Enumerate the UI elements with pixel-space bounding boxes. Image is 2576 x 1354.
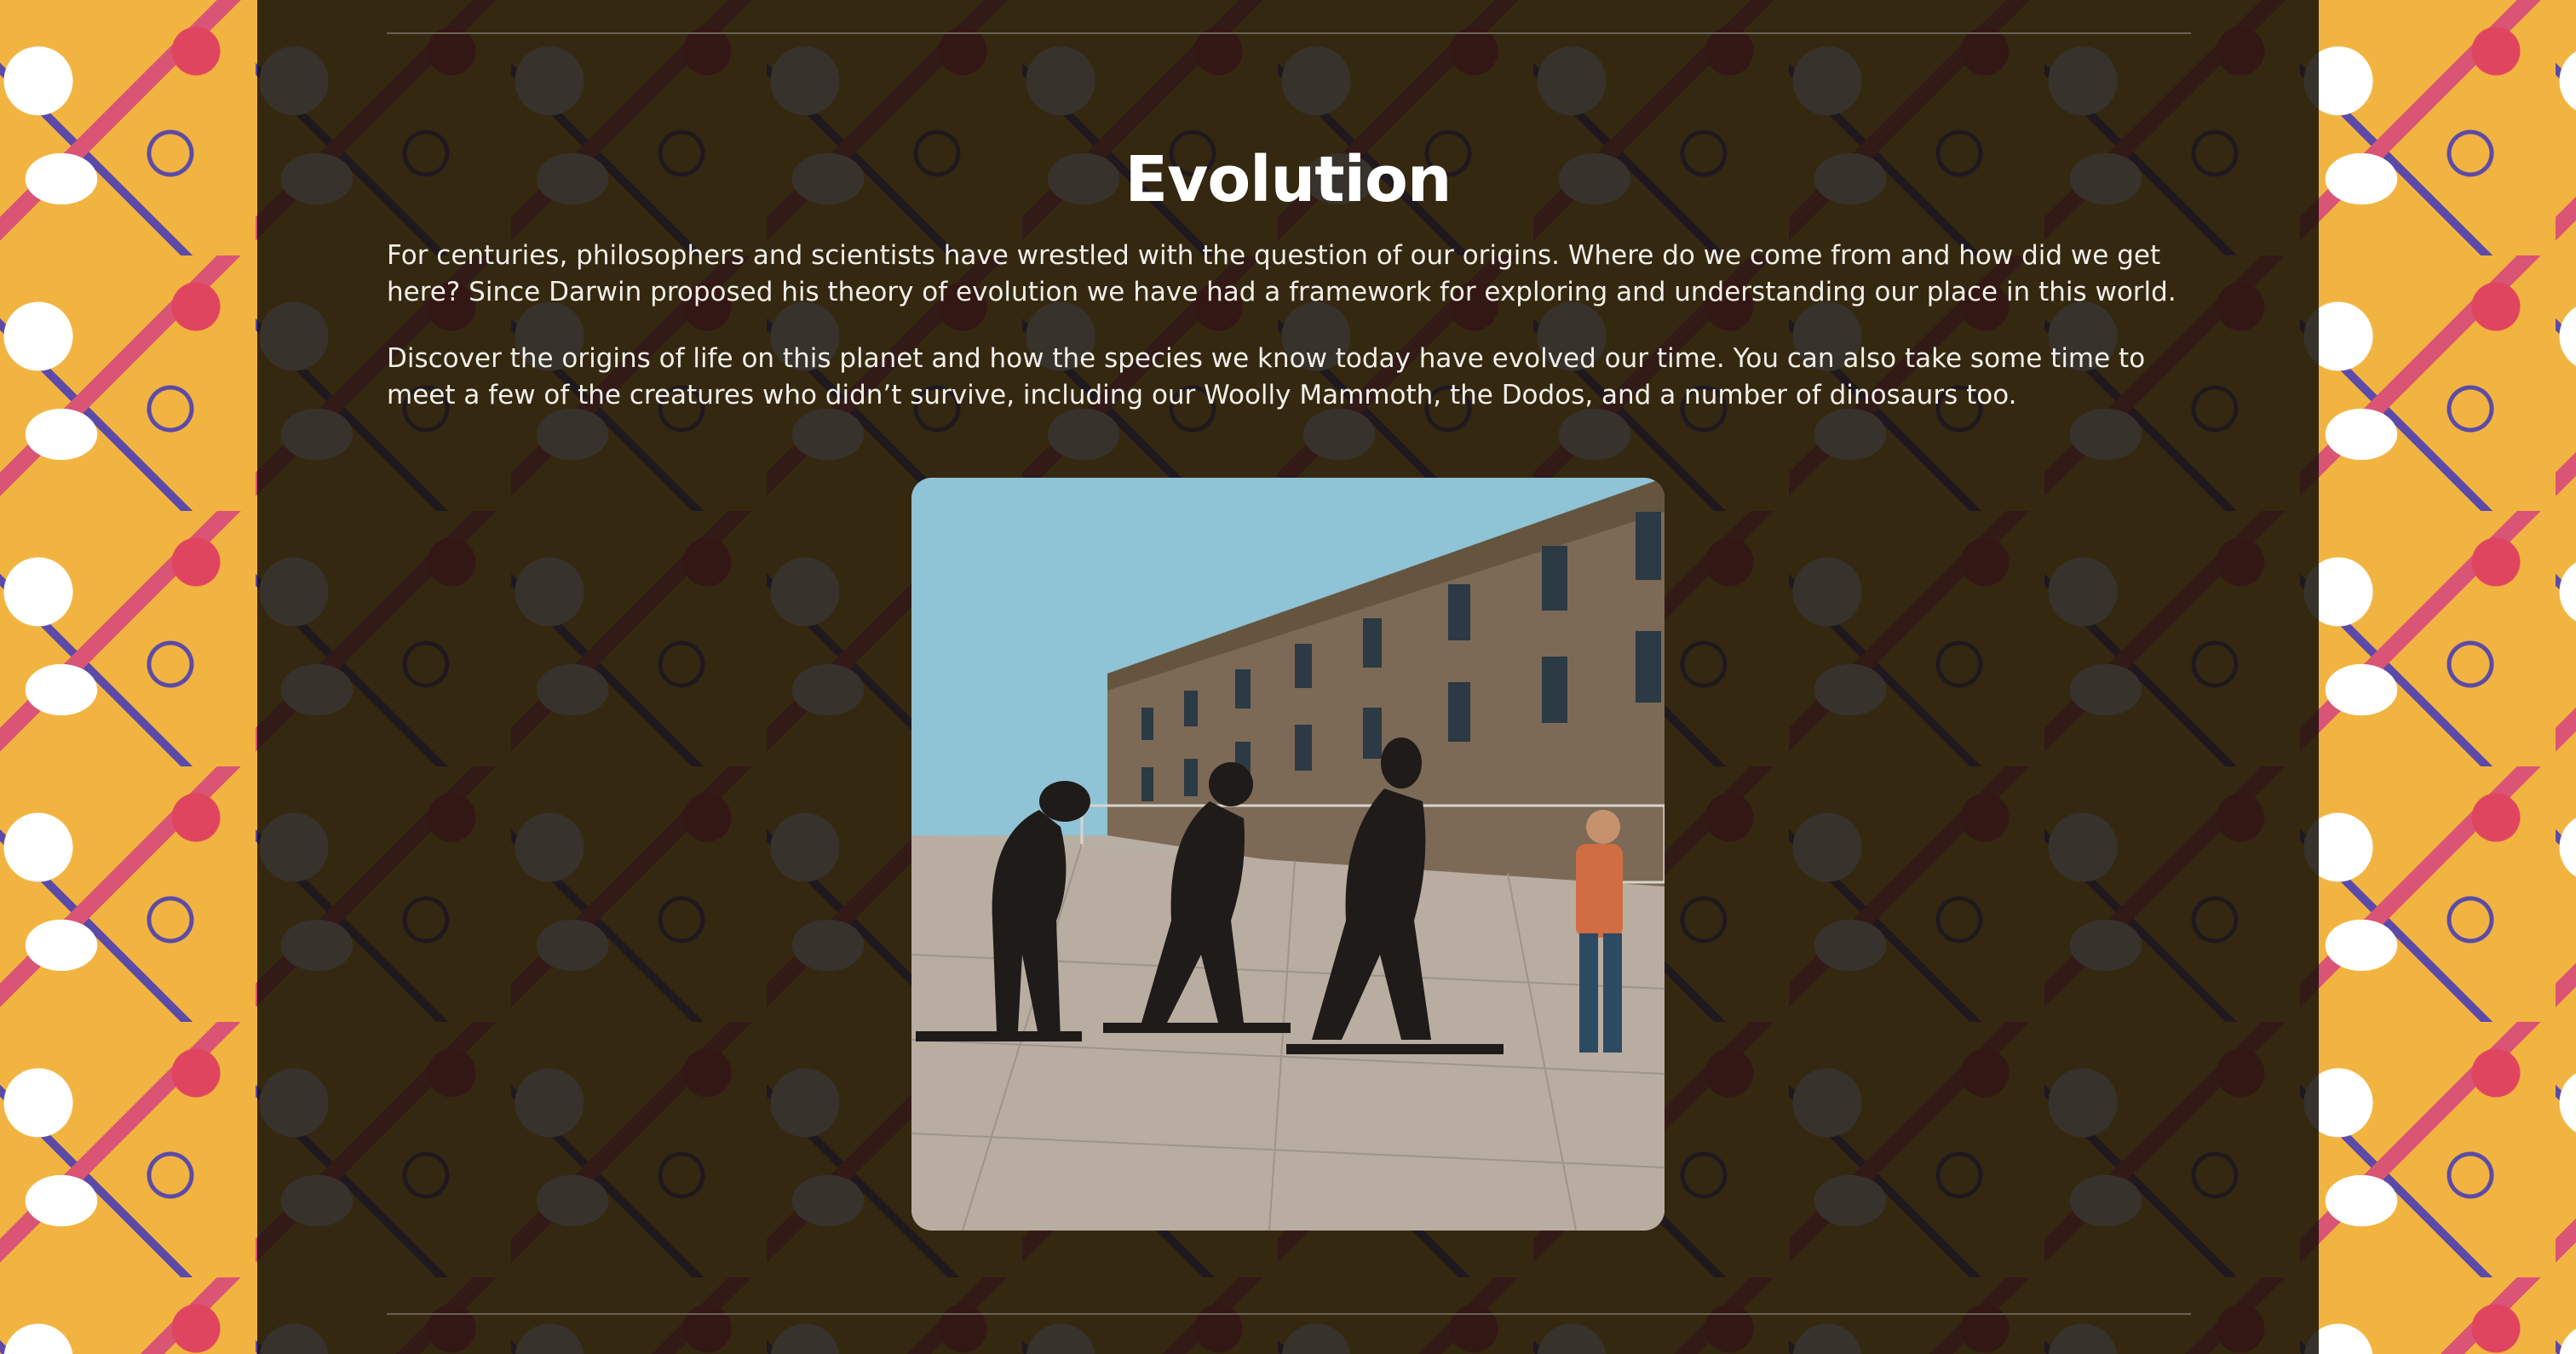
discover-paragraph: Discover the origins of life on this pla…: [387, 343, 2146, 410]
evolution-silhouettes-image: [911, 478, 1665, 1231]
evolution-photo: [911, 478, 1665, 1231]
bottom-divider: [387, 1313, 2191, 1315]
intro-paragraph: For centuries, philosophers and scientis…: [387, 240, 2176, 307]
page-title: Evolution: [1124, 142, 1452, 216]
top-divider: [387, 32, 2191, 34]
content-panel: Evolution For centuries, philosophers an…: [257, 0, 2319, 1354]
